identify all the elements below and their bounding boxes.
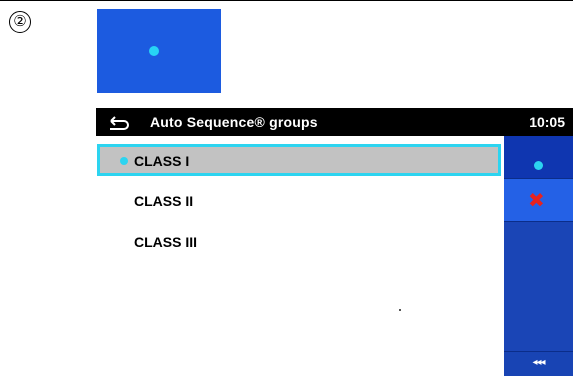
header-bar: Auto Sequence® groups 10:05 bbox=[96, 108, 573, 136]
dot-icon bbox=[149, 46, 159, 56]
list-item-label: CLASS II bbox=[134, 193, 194, 209]
list-item-label: CLASS III bbox=[134, 234, 198, 250]
select-button-preview bbox=[97, 9, 221, 93]
list-item-label: CLASS I bbox=[134, 153, 190, 169]
triple-left-arrow-icon: ◂◂◂ bbox=[532, 357, 545, 368]
sidebar: ✖ ◂◂◂ bbox=[504, 136, 573, 376]
group-list: CLASS I CLASS II CLASS III bbox=[96, 136, 504, 376]
close-icon: ✖ bbox=[528, 188, 545, 212]
back-arrow-icon[interactable] bbox=[106, 113, 130, 131]
sidebar-empty-slot bbox=[504, 222, 573, 352]
instrument-screen: Auto Sequence® groups 10:05 CLASS I CLAS… bbox=[96, 108, 573, 376]
cancel-button[interactable]: ✖ bbox=[504, 179, 573, 221]
list-item-class-iii[interactable]: CLASS III bbox=[96, 225, 500, 259]
clock: 10:05 bbox=[529, 114, 565, 130]
top-rule bbox=[0, 0, 573, 1]
stray-pixel bbox=[399, 309, 401, 311]
dot-icon bbox=[534, 161, 543, 170]
step-number: ② bbox=[9, 11, 31, 33]
list-item-class-i[interactable]: CLASS I bbox=[97, 144, 501, 176]
list-item-class-ii[interactable]: CLASS II bbox=[96, 184, 500, 218]
select-button[interactable] bbox=[504, 136, 573, 178]
page-title: Auto Sequence® groups bbox=[150, 114, 318, 130]
collapse-button[interactable]: ◂◂◂ bbox=[504, 352, 573, 376]
selected-indicator-icon bbox=[120, 157, 128, 165]
